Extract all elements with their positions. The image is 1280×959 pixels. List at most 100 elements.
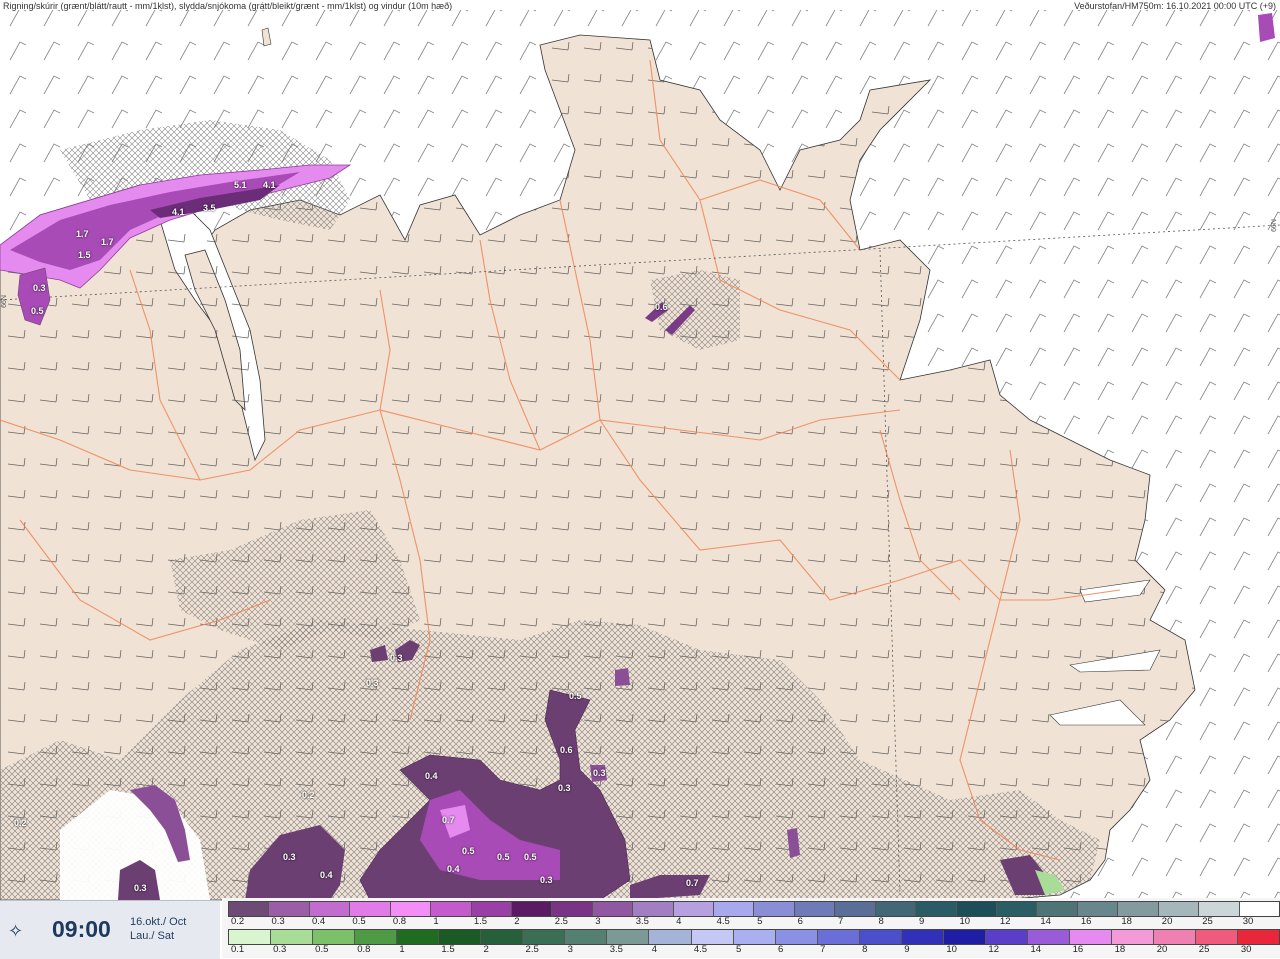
snow_row-label: 0.8 xyxy=(392,916,407,927)
snow_row-swatch xyxy=(1199,902,1240,916)
rain_row-label: 9 xyxy=(904,944,910,955)
rain_row-swatch xyxy=(481,930,524,944)
rain_row-swatch xyxy=(1027,930,1070,944)
snow_row-swatch xyxy=(229,902,270,916)
rain_row-swatch xyxy=(943,930,986,944)
rain_row-label: 4.5 xyxy=(693,944,708,955)
snow_row-swatch xyxy=(269,902,310,916)
precip-value: 0.2 xyxy=(302,790,315,800)
rain_row-label: 8 xyxy=(862,944,868,955)
rain_row-swatch xyxy=(901,930,944,944)
model-run-info: Veðurstofan/HM750m: 16.10.2021 00:00 UTC… xyxy=(1074,1,1276,11)
forecast-date: 16.okt./ Oct Lau./ Sat xyxy=(130,915,186,943)
rain_row-label: 1 xyxy=(399,944,405,955)
rain_row-label: 5 xyxy=(735,944,742,955)
precip-value: 0.6 xyxy=(560,745,573,755)
precip-value: 0.7 xyxy=(442,815,455,825)
rain_row-swatch xyxy=(355,930,398,944)
precip-value: 5.1 xyxy=(234,180,247,190)
precip-value: 0.4 xyxy=(447,864,460,874)
rain_row-label: 14 xyxy=(1030,944,1042,955)
snow_row-label: 3.5 xyxy=(635,916,649,927)
precip-value: 1.7 xyxy=(76,229,89,239)
snow_row-swatch xyxy=(1118,902,1159,916)
snow_row-label: 12 xyxy=(999,916,1011,927)
rain_row-label: 6 xyxy=(778,944,784,955)
rain_row-label: 1.5 xyxy=(441,944,455,955)
snow_row-label: 8 xyxy=(878,916,884,927)
snow_row-swatch xyxy=(633,902,674,916)
rain_row-swatch xyxy=(271,930,314,944)
snow_row-label: 1.5 xyxy=(473,916,488,927)
precip-value: 0.7 xyxy=(686,878,699,888)
snow_row-label: 5 xyxy=(757,916,763,927)
snow_row-label: 0.4 xyxy=(311,916,326,927)
rain_row-swatch xyxy=(859,930,902,944)
snow_row-label: 20 xyxy=(1161,916,1173,927)
rain_row-swatch xyxy=(775,930,818,944)
rain_row-swatch xyxy=(1111,930,1155,944)
rain_row-swatch xyxy=(985,930,1028,944)
rain_row-swatch xyxy=(1238,930,1280,944)
snow_row-label: 2 xyxy=(514,916,520,927)
snow_row-swatch xyxy=(1158,902,1200,916)
forecast-time: 09:00 xyxy=(52,916,111,942)
snow_row-swatch xyxy=(592,902,634,916)
snow_row-label: 30 xyxy=(1242,916,1254,927)
precip-value: 0.5 xyxy=(524,852,537,862)
forecast-date-line2: Lau./ Sat xyxy=(130,930,175,942)
snow_row-swatch xyxy=(1077,902,1119,916)
rain_row-label: 25 xyxy=(1198,944,1210,955)
rain_row-label: 30 xyxy=(1240,944,1252,955)
time-panel: ✧ 09:00 16.okt./ Oct Lau./ Sat xyxy=(0,900,220,959)
precip-value: 4.1 xyxy=(263,180,276,190)
wind-compass-icon[interactable]: ✧ xyxy=(8,921,23,942)
snow_row-swatch xyxy=(794,902,836,916)
latitude-label-right: 66N xyxy=(1270,219,1278,232)
snow_row-swatch xyxy=(673,902,715,916)
precip-value: 0.4 xyxy=(320,870,333,880)
precip-value: 0.3 xyxy=(283,852,296,862)
snow_row-label: 4 xyxy=(676,916,682,927)
rain_row-label: 12 xyxy=(988,944,999,955)
snow_row-swatch xyxy=(471,902,512,916)
precip-value: 0.3 xyxy=(134,883,147,893)
rain_row-swatch xyxy=(565,930,608,944)
rain_row-swatch xyxy=(229,930,272,944)
rain_row-swatch xyxy=(691,930,734,944)
latitude-label-left: 66N xyxy=(0,295,8,308)
rain_row-swatch xyxy=(649,930,692,944)
rain_row-swatch xyxy=(313,930,356,944)
rain_row-label: 3 xyxy=(567,944,573,955)
snow_row-swatch xyxy=(552,902,593,916)
snow_row-swatch xyxy=(511,902,553,916)
snow_row-label: 14 xyxy=(1040,916,1051,927)
rain_row-label: 3.5 xyxy=(609,944,623,955)
precip-value: 0.5 xyxy=(497,852,510,862)
legend-rain-labels: 0.1 0.3 0.5 0.8 1 1.5 2 2.5 3 3.5 4 4.5 5 6 7 8 9 10 12 14 1… xyxy=(228,944,1280,956)
snow_row-label: 6 xyxy=(797,916,803,927)
rain_row-label: 0.8 xyxy=(357,944,371,955)
rain_row-swatch xyxy=(1069,930,1112,944)
rain_row-swatch xyxy=(817,930,860,944)
snow_row-swatch xyxy=(956,902,998,916)
snow_row-label: 4.5 xyxy=(716,916,730,927)
forecast-date-line1: 16.okt./ Oct xyxy=(130,916,187,928)
precip-value: 1.7 xyxy=(101,237,114,247)
snow_row-swatch xyxy=(1037,902,1078,916)
rain_row-label: 10 xyxy=(946,944,957,955)
rain_row-label: 0.5 xyxy=(315,944,329,955)
snow-cell-small-3 xyxy=(615,668,630,686)
snow_row-label: 10 xyxy=(959,916,971,927)
snow_row-swatch xyxy=(835,902,876,916)
snow_row-label: 18 xyxy=(1121,916,1132,927)
map-title: Rigning/skúrir (grænt/blátt/rautt - mm/1… xyxy=(3,1,453,11)
precip-value: 0.3 xyxy=(390,653,403,663)
snow_row-label: 0.2 xyxy=(231,916,245,927)
rain_row-label: 0.1 xyxy=(231,944,245,955)
snow_row-swatch xyxy=(916,902,957,916)
precip-value: 1.5 xyxy=(78,250,91,260)
rain_row-swatch xyxy=(1154,930,1197,944)
rain_row-swatch xyxy=(1196,930,1239,944)
snow_row-swatch xyxy=(714,902,755,916)
